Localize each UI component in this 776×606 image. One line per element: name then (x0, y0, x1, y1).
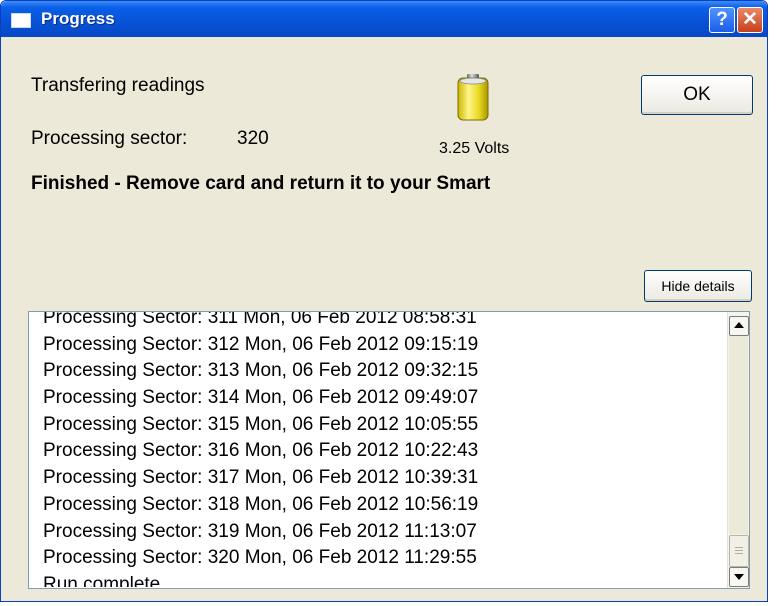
window-title: Progress (41, 9, 115, 28)
scroll-track[interactable] (729, 336, 748, 534)
log-scrollbar[interactable] (727, 312, 749, 588)
grip-line (735, 550, 743, 551)
status-message: Finished - Remove card and return it to … (31, 173, 491, 194)
sector-value: 320 (237, 128, 269, 149)
details-log[interactable]: Processing Sector: 311 Mon, 06 Feb 2012 … (28, 311, 750, 589)
log-lines: Processing Sector: 311 Mon, 06 Feb 2012 … (43, 311, 727, 587)
operation-label: Transfering readings (31, 75, 205, 96)
battery-icon (457, 74, 489, 121)
title-bar[interactable]: Progress ? ✕ (1, 1, 767, 37)
window-icon (11, 13, 31, 28)
grip-line (735, 547, 743, 548)
log-line: Processing Sector: 312 Mon, 06 Feb 2012 … (43, 333, 479, 355)
progress-dialog: Progress ? ✕ Transfering readings Proces… (0, 0, 768, 602)
log-line: Processing Sector: 319 Mon, 06 Feb 2012 … (43, 520, 477, 542)
log-line: Processing Sector: 320 Mon, 06 Feb 2012 … (43, 547, 477, 569)
sector-label: Processing sector: (31, 128, 188, 149)
log-line: Processing Sector: 316 Mon, 06 Feb 2012 … (43, 440, 479, 462)
voltage-readout: 3.25 Volts (439, 140, 510, 157)
log-line: Run complete (43, 573, 161, 587)
hide-details-button[interactable]: Hide details (644, 270, 752, 302)
log-line: Processing Sector: 317 Mon, 06 Feb 2012 … (43, 467, 479, 489)
help-button[interactable]: ? (709, 7, 735, 33)
ok-button[interactable]: OK (641, 75, 753, 115)
log-line: Processing Sector: 313 Mon, 06 Feb 2012 … (43, 360, 479, 382)
scroll-up-button[interactable] (729, 316, 749, 336)
log-line: Processing Sector: 311 Mon, 06 Feb 2012 … (43, 311, 477, 328)
grip-line (735, 553, 743, 554)
log-line: Processing Sector: 318 Mon, 06 Feb 2012 … (43, 493, 479, 515)
scroll-down-button[interactable] (729, 567, 749, 587)
chevron-down-icon (734, 574, 744, 580)
log-line: Processing Sector: 315 Mon, 06 Feb 2012 … (43, 413, 479, 435)
log-line: Processing Sector: 314 Mon, 06 Feb 2012 … (43, 387, 479, 409)
scroll-thumb[interactable] (729, 535, 749, 567)
close-button[interactable]: ✕ (737, 7, 763, 33)
chevron-up-icon (734, 322, 744, 328)
